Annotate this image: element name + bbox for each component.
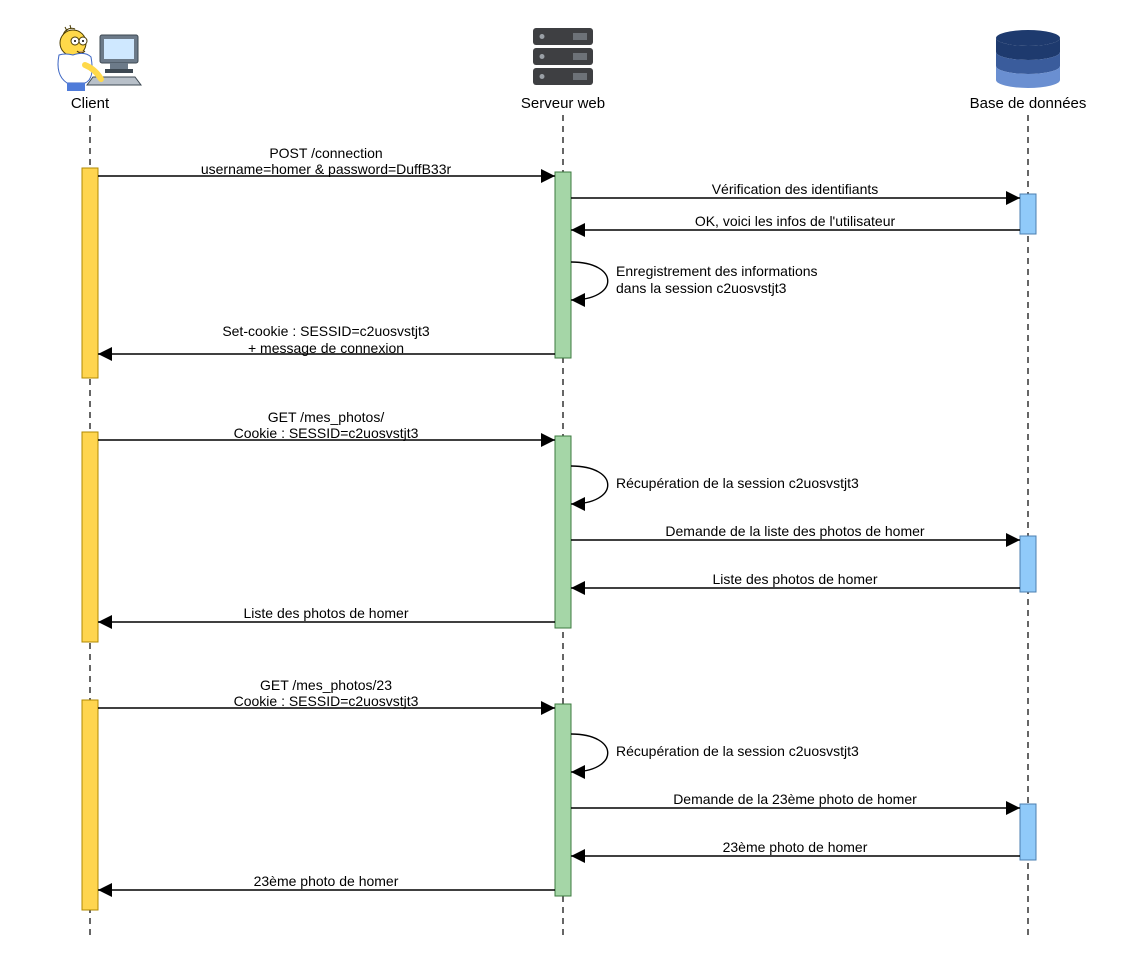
msg-photo-list-db-label: Liste des photos de homer [713,571,878,587]
msg-load-session-3 [571,734,608,772]
client-label: Client [71,95,110,112]
server-activation-3 [555,704,571,896]
msg-store-session-line1: Enregistrement des informations [616,263,818,279]
msg-get-photos-line2: Cookie : SESSID=c2uosvstjt3 [234,425,419,441]
db-activation-3 [1020,804,1036,860]
msg-get-photo-23-line2: Cookie : SESSID=c2uosvstjt3 [234,693,419,709]
database-label: Base de données [970,95,1087,112]
msg-request-photo-list-label: Demande de la liste des photos de homer [665,523,924,539]
db-activation-2 [1020,536,1036,592]
server-activation-2 [555,436,571,628]
client-activation-3 [82,700,98,910]
client-activation-1 [82,168,98,378]
client-activation-2 [82,432,98,642]
msg-post-connection-line2: username=homer & password=DuffB33r [201,161,452,177]
msg-load-session-3-label: Récupération de la session c2uosvstjt3 [616,743,859,759]
server-activation-1 [555,172,571,358]
server-label: Serveur web [521,95,605,112]
msg-store-session [571,262,608,300]
msg-get-photos-line1: GET /mes_photos/ [268,409,385,425]
client-icon [58,25,141,91]
msg-post-connection-line1: POST /connection [269,145,382,161]
msg-load-session-2-label: Récupération de la session c2uosvstjt3 [616,475,859,491]
msg-load-session-2 [571,466,608,504]
msg-photo-23-client-label: 23ème photo de homer [254,873,399,889]
msg-set-cookie-line1: Set-cookie : SESSID=c2uosvstjt3 [222,323,430,339]
msg-credentials-ok-label: OK, voici les infos de l'utilisateur [695,213,896,229]
msg-photo-list-client-label: Liste des photos de homer [244,605,409,621]
sequence-diagram: Client Serveur web Base de données POST … [0,0,1144,955]
msg-get-photo-23-line1: GET /mes_photos/23 [260,677,392,693]
msg-request-photo-23-label: Demande de la 23ème photo de homer [673,791,917,807]
msg-photo-23-db-label: 23ème photo de homer [723,839,868,855]
database-icon [996,30,1060,88]
server-icon [533,28,593,85]
msg-verify-credentials-label: Vérification des identifiants [712,181,879,197]
msg-set-cookie-line2: + message de connexion [248,340,404,356]
db-activation-1 [1020,194,1036,234]
msg-store-session-line2: dans la session c2uosvstjt3 [616,280,787,296]
